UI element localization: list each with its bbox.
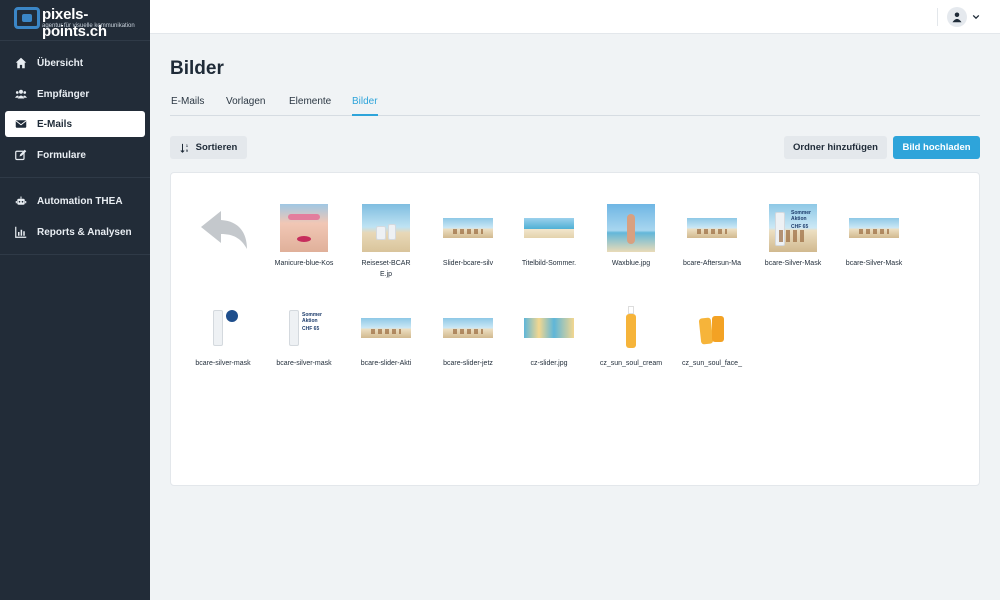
image-caption: Titelbild-Sommer. (521, 260, 577, 267)
brand-tagline: agentur für visuelle kommunikation (42, 23, 135, 29)
add-folder-button[interactable]: Ordner hinzufügen (784, 136, 887, 159)
image-tile[interactable]: bcare-slider-jetz (428, 304, 508, 369)
image-tile[interactable]: Reiseset-BCARE.jp (346, 204, 426, 280)
image-tile[interactable]: Waxblue.jpg (591, 204, 671, 269)
sidebar-item-label: E-Mails (37, 118, 73, 130)
image-thumbnail (362, 204, 410, 252)
image-thumbnail (607, 204, 655, 252)
image-gallery: Manicure-blue-Kos Reiseset-BCARE.jp Slid… (170, 172, 980, 486)
image-thumbnail (199, 304, 247, 352)
tab-bar: E-Mails Vorlagen Elemente Bilder (170, 96, 980, 116)
user-menu-button[interactable] (947, 6, 983, 28)
image-thumbnail (524, 218, 574, 238)
sidebar-item-label: Formulare (37, 149, 86, 161)
sidebar-item-label: Automation THEA (37, 195, 123, 207)
sidebar-item-label: Reports & Analysen (37, 226, 132, 238)
brand-logo[interactable]: pixels-points.ch agentur für visuelle ko… (14, 6, 144, 40)
image-tile[interactable]: bcare-Silver-Mask (834, 204, 914, 269)
chevron-down-icon (972, 8, 980, 26)
image-caption: bcare-Aftersun-Ma (683, 260, 741, 267)
image-thumbnail: Sommer Aktion CHF 65 (280, 304, 328, 352)
image-tile[interactable]: Sommer Aktion CHF 65 bcare-Silver-Mask (753, 204, 833, 269)
home-icon (14, 56, 28, 70)
envelope-icon (14, 117, 28, 131)
user-icon (947, 7, 967, 27)
tab-bilder[interactable]: Bilder (352, 96, 378, 116)
image-thumbnail (443, 218, 493, 238)
image-caption: Waxblue.jpg (611, 260, 651, 267)
sidebar-divider (0, 254, 150, 255)
image-tile[interactable]: bcare-silver-mask (183, 304, 263, 369)
sidebar-item-automation[interactable]: Automation THEA (5, 188, 145, 214)
sidebar-item-formulare[interactable]: Formulare (5, 142, 145, 168)
image-thumbnail (687, 218, 737, 238)
top-bar (150, 0, 1000, 34)
image-thumbnail (361, 318, 411, 338)
topbar-divider (937, 8, 938, 26)
image-caption: bcare-silver-mask (195, 360, 251, 367)
logo-icon (14, 7, 40, 29)
tab-emails[interactable]: E-Mails (171, 96, 204, 116)
sidebar-divider (0, 40, 150, 41)
image-caption: Slider-bcare-silv (442, 260, 494, 267)
image-caption: Manicure-blue-Kos (274, 260, 334, 267)
page-title: Bilder (170, 58, 224, 79)
image-tile[interactable]: Titelbild-Sommer. (509, 204, 589, 269)
back-arrow-icon[interactable] (197, 207, 253, 258)
image-tile[interactable]: Sommer Aktion CHF 65 bcare-silver-mask (264, 304, 344, 369)
image-tile[interactable]: cz-slider.jpg (509, 304, 589, 369)
image-tile[interactable]: Slider-bcare-silv (428, 204, 508, 269)
sidebar-item-label: Empfänger (37, 88, 90, 100)
users-icon (14, 87, 28, 101)
tab-elemente[interactable]: Elemente (289, 96, 331, 116)
sort-button[interactable]: 19 Sortieren (170, 136, 247, 159)
image-thumbnail (849, 218, 899, 238)
image-caption: bcare-slider-Akti (360, 360, 412, 367)
svg-text:9: 9 (185, 149, 187, 153)
image-caption: cz_sun_soul_face_ (682, 360, 742, 367)
sidebar-item-reports[interactable]: Reports & Analysen (5, 219, 145, 245)
image-caption: Reiseset-BCARE.jp (361, 260, 411, 278)
image-thumbnail (280, 204, 328, 252)
image-tile[interactable]: cz_sun_soul_cream (591, 304, 671, 369)
image-caption: bcare-silver-mask (276, 360, 332, 367)
image-tile[interactable]: bcare-Aftersun-Ma (672, 204, 752, 269)
upload-image-button[interactable]: Bild hochladen (893, 136, 980, 159)
sidebar: pixels-points.ch agentur für visuelle ko… (0, 0, 150, 600)
sort-icon: 19 (180, 143, 188, 153)
sidebar-item-empfaenger[interactable]: Empfänger (5, 81, 145, 107)
image-tile[interactable]: bcare-slider-Akti (346, 304, 426, 369)
sidebar-divider (0, 177, 150, 178)
image-thumbnail (443, 318, 493, 338)
image-caption: bcare-slider-jetz (443, 360, 493, 367)
robot-icon (14, 194, 28, 208)
image-thumbnail (688, 304, 736, 352)
sort-button-label: Sortieren (195, 142, 238, 153)
edit-icon (14, 148, 28, 162)
sidebar-item-uebersicht[interactable]: Übersicht (5, 50, 145, 76)
image-tile[interactable]: Manicure-blue-Kos (264, 204, 344, 269)
image-thumbnail (607, 304, 655, 352)
image-caption: bcare-Silver-Mask (845, 260, 903, 267)
bar-chart-icon (14, 225, 28, 239)
image-tile[interactable]: cz_sun_soul_face_ (672, 304, 752, 369)
sidebar-item-emails[interactable]: E-Mails (5, 111, 145, 137)
image-caption: cz_sun_soul_cream (599, 360, 663, 367)
image-thumbnail: Sommer Aktion CHF 65 (769, 204, 817, 252)
tab-vorlagen[interactable]: Vorlagen (226, 96, 265, 116)
image-caption: cz-slider.jpg (530, 360, 568, 367)
image-thumbnail (524, 318, 574, 338)
image-caption: bcare-Silver-Mask (764, 260, 822, 267)
svg-text:1: 1 (185, 144, 187, 148)
sidebar-item-label: Übersicht (37, 57, 84, 69)
